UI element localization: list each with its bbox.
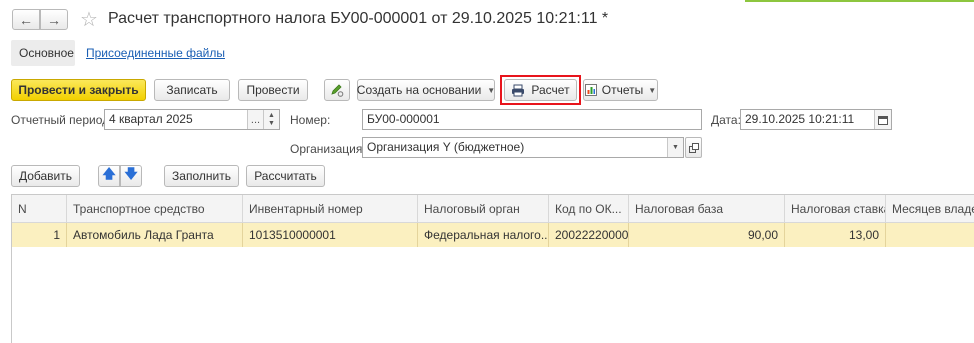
- column-header-inventory[interactable]: Инвентарный номер: [243, 195, 418, 223]
- cell-inventory[interactable]: 1013510000001: [243, 223, 418, 247]
- report-icon: [584, 84, 597, 96]
- period-field[interactable]: 4 квартал 2025 ... ▲ ▼: [104, 109, 280, 130]
- cell-tax-authority[interactable]: Федеральная налого...: [418, 223, 549, 247]
- cell-vehicle[interactable]: Автомобиль Лада Гранта: [67, 223, 243, 247]
- save-button[interactable]: Записать: [154, 79, 230, 101]
- org-open-button[interactable]: [685, 137, 702, 158]
- column-header-n[interactable]: N: [12, 195, 67, 223]
- create-based-on-label: Создать на основании: [356, 83, 482, 97]
- table-row[interactable]: 1 Автомобиль Лада Гранта 1013510000001 Ф…: [12, 223, 974, 247]
- column-header-tax-base[interactable]: Налоговая база: [629, 195, 785, 223]
- chevron-down-icon: ▼: [648, 85, 657, 95]
- arrow-left-icon: ←: [19, 11, 33, 28]
- chevron-down-icon: ▼: [487, 85, 496, 95]
- column-header-tax-authority[interactable]: Налоговый орган: [418, 195, 549, 223]
- org-value: Организация Y (бюджетное): [367, 140, 525, 154]
- reports-label: Отчеты: [601, 83, 644, 97]
- period-stepper[interactable]: ▲ ▼: [263, 110, 279, 129]
- column-header-months[interactable]: Месяцев владен: [886, 195, 974, 223]
- back-button[interactable]: ←: [12, 9, 40, 30]
- table: N Транспортное средство Инвентарный номе…: [11, 194, 974, 343]
- reports-button[interactable]: Отчеты ▼: [583, 79, 658, 101]
- open-link-icon: [688, 142, 699, 153]
- add-button[interactable]: Добавить: [11, 165, 80, 187]
- column-header-tax-rate[interactable]: Налоговая ставка: [785, 195, 886, 223]
- fill-button[interactable]: Заполнить: [164, 165, 239, 187]
- number-label: Номер:: [290, 113, 331, 127]
- cell-oktmo[interactable]: 20022220000: [549, 223, 629, 247]
- calc-button[interactable]: Расчет: [504, 79, 577, 101]
- period-value: 4 квартал 2025: [109, 112, 193, 126]
- pencil-icon: [331, 84, 344, 97]
- stepper-down-icon[interactable]: ▼: [268, 120, 275, 128]
- calendar-icon: [878, 115, 888, 125]
- tab-main[interactable]: Основное: [11, 40, 75, 66]
- date-value: 29.10.2025 10:21:11: [745, 112, 855, 126]
- move-up-button[interactable]: 🡅: [98, 165, 120, 187]
- forward-button[interactable]: →: [40, 9, 68, 30]
- calc-label: Расчет: [531, 83, 570, 97]
- post-button[interactable]: Провести: [238, 79, 308, 101]
- period-label: Отчетный период:: [11, 113, 113, 127]
- org-dropdown-button[interactable]: ▼: [667, 138, 683, 157]
- move-down-button[interactable]: 🡇: [120, 165, 142, 187]
- cell-tax-base[interactable]: 90,00: [629, 223, 785, 247]
- title-bar: ← → ☆ Расчет транспортного налога БУ00-0…: [0, 0, 974, 40]
- stepper-up-icon[interactable]: ▲: [268, 112, 275, 120]
- org-field[interactable]: Организация Y (бюджетное) ▼: [362, 137, 684, 158]
- date-field[interactable]: 29.10.2025 10:21:11: [740, 109, 892, 130]
- arrow-down-icon: 🡇: [124, 166, 138, 181]
- date-label: Дата:: [711, 113, 741, 127]
- period-select-button[interactable]: ...: [247, 110, 263, 129]
- arrow-up-icon: 🡅: [102, 166, 116, 181]
- cell-n[interactable]: 1: [12, 223, 67, 247]
- star-icon[interactable]: ☆: [80, 7, 98, 32]
- page-title: Расчет транспортного налога БУ00-000001 …: [108, 10, 609, 27]
- calendar-button[interactable]: [874, 110, 891, 129]
- tab-main-label: Основное: [19, 46, 74, 60]
- column-header-vehicle[interactable]: Транспортное средство: [67, 195, 243, 223]
- create-based-on-button[interactable]: Создать на основании ▼: [357, 79, 495, 101]
- top-green-line: [745, 0, 974, 2]
- cell-months[interactable]: [886, 223, 974, 247]
- column-header-oktmo[interactable]: Код по ОК...: [549, 195, 629, 223]
- post-and-close-button[interactable]: Провести и закрыть: [11, 79, 146, 101]
- cell-tax-rate[interactable]: 13,00: [785, 223, 886, 247]
- printer-icon: [512, 84, 525, 96]
- edit-button[interactable]: [324, 79, 350, 101]
- tab-attached-files[interactable]: Присоединенные файлы: [86, 46, 225, 60]
- number-field[interactable]: БУ00-000001: [362, 109, 702, 130]
- arrow-right-icon: →: [47, 11, 61, 28]
- recalculate-button[interactable]: Рассчитать: [246, 165, 325, 187]
- table-header: N Транспортное средство Инвентарный номе…: [12, 195, 974, 223]
- org-label: Организация:: [290, 142, 366, 156]
